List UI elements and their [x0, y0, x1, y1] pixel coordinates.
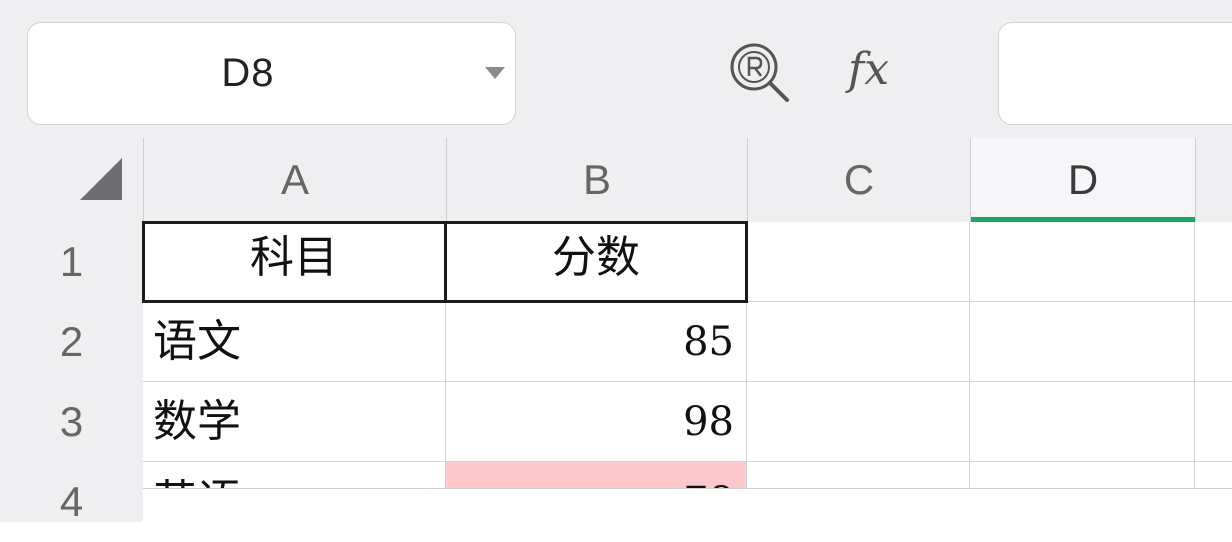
cell-d1[interactable]	[970, 222, 1195, 302]
dropdown-arrow-icon[interactable]	[485, 67, 505, 79]
select-all-corner[interactable]	[0, 138, 143, 222]
cell-reference: D8	[221, 51, 275, 95]
sheet-grid: 科目 分数 语文 85 数学 98 英语 78	[142, 221, 1232, 489]
cell-d3[interactable]	[970, 382, 1195, 462]
cell-a1[interactable]: 科目	[143, 222, 446, 302]
column-header-d-label: D	[1067, 156, 1099, 203]
cell-b2[interactable]: 85	[446, 302, 747, 382]
select-all-triangle-icon[interactable]	[80, 158, 122, 200]
cell-c1[interactable]	[747, 222, 970, 302]
cell-c3[interactable]	[747, 382, 970, 462]
cell-b3[interactable]: 98	[446, 382, 747, 462]
cell-a2[interactable]: 语文	[143, 302, 446, 382]
row-header-1[interactable]: 1	[0, 222, 143, 302]
row-header-2[interactable]: 2	[0, 302, 143, 382]
column-header-c[interactable]: C	[747, 138, 970, 222]
formula-toolbar: D8 fx	[0, 0, 1232, 138]
name-box[interactable]: D8	[27, 22, 516, 125]
row-header-3[interactable]: 3	[0, 382, 143, 462]
row-header-4[interactable]: 4	[0, 462, 143, 525]
cell-e3[interactable]	[1195, 382, 1232, 462]
column-header-row: A B C D	[0, 138, 1232, 222]
column-header-d[interactable]: D	[970, 138, 1195, 222]
cell-c4[interactable]	[747, 462, 970, 489]
cell-d2[interactable]	[970, 302, 1195, 382]
cell-b4[interactable]: 78	[446, 462, 747, 489]
formula-input[interactable]	[998, 22, 1232, 125]
column-header-e[interactable]	[1195, 138, 1232, 222]
cell-b1[interactable]: 分数	[446, 222, 747, 302]
column-header-b[interactable]: B	[446, 138, 747, 222]
cell-e1[interactable]	[1195, 222, 1232, 302]
cell-a4[interactable]: 英语	[143, 462, 446, 489]
cell-d4[interactable]	[970, 462, 1195, 489]
column-header-a[interactable]: A	[143, 138, 446, 222]
cell-a3[interactable]: 数学	[143, 382, 446, 462]
cell-e4[interactable]	[1195, 462, 1232, 489]
cell-c2[interactable]	[747, 302, 970, 382]
function-fx-icon[interactable]: fx	[848, 40, 918, 100]
cell-e2[interactable]	[1195, 302, 1232, 382]
zoom-magnifier-icon[interactable]	[727, 40, 793, 106]
